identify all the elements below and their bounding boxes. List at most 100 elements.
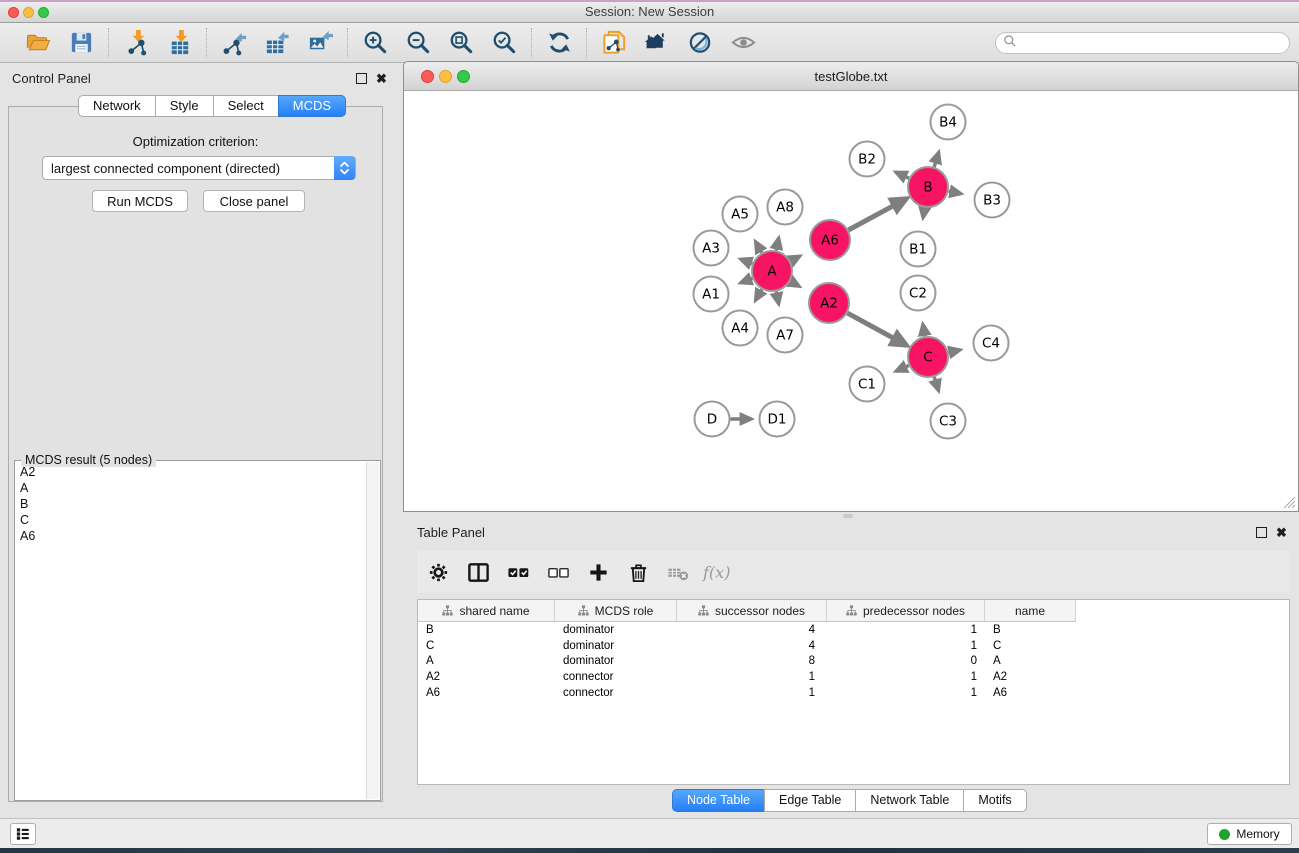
cell-mcds_role: connector: [555, 671, 677, 683]
zoom-fit-icon[interactable]: [448, 29, 475, 56]
deselect-all-icon[interactable]: [547, 561, 570, 584]
cell-mcds_role: dominator: [555, 624, 677, 636]
node-label-A1: A1: [702, 287, 720, 303]
search-field[interactable]: [995, 32, 1290, 54]
edge-A-A8: [776, 238, 779, 251]
edge-A6-B: [848, 198, 906, 230]
edge-B-B1: [923, 208, 925, 218]
tab-style[interactable]: Style: [155, 95, 214, 117]
node-label-D1: D1: [768, 412, 787, 428]
open-session-icon[interactable]: [25, 29, 52, 56]
cell-successor: 4: [677, 640, 827, 652]
run-mcds-button[interactable]: Run MCDS: [92, 190, 188, 212]
control-panel-buttons: ✖: [356, 73, 387, 84]
edge-C-C3: [934, 377, 938, 391]
zoom-selected-icon[interactable]: [491, 29, 518, 56]
mcds-result-list: A2ABCA6: [16, 464, 367, 799]
task-history-button[interactable]: [10, 823, 36, 845]
table-row[interactable]: A2connector11A2: [418, 669, 1289, 685]
copy-network-icon[interactable]: [601, 29, 628, 56]
panel-divider-handle[interactable]: [843, 514, 853, 518]
desktop-background: [0, 848, 1299, 853]
float-table-panel-icon[interactable]: [1256, 527, 1267, 538]
table-row[interactable]: Bdominator41B: [418, 622, 1289, 638]
edge-A2-C: [847, 313, 906, 345]
column-header-predecessor-nodes[interactable]: predecessor nodes: [827, 600, 985, 621]
table-toolbar: f(x): [417, 551, 1290, 593]
network-window-titlebar[interactable]: testGlobe.txt: [404, 62, 1298, 91]
refresh-layout-icon[interactable]: [546, 29, 573, 56]
control-panel-tabs: NetworkStyleSelectMCDS: [78, 95, 346, 117]
memory-label: Memory: [1236, 827, 1279, 841]
control-panel-title: Control Panel: [12, 71, 91, 86]
column-header-successor-nodes[interactable]: successor nodes: [677, 600, 827, 621]
toggle-annotations-icon[interactable]: [687, 29, 714, 56]
edge-A-A2: [790, 281, 799, 286]
home-view-icon[interactable]: [644, 29, 671, 56]
delete-row-icon[interactable]: [627, 561, 650, 584]
cell-predecessor: 0: [827, 655, 985, 667]
node-label-B3: B3: [983, 193, 1001, 209]
mcds-result-item[interactable]: A2: [16, 464, 367, 480]
criterion-dropdown[interactable]: largest connected component (directed): [42, 156, 356, 180]
cell-name: C: [985, 640, 1076, 652]
node-label-A5: A5: [731, 207, 749, 223]
application-window: Session: New Session Control Panel ✖ Net…: [0, 0, 1299, 853]
result-scrollbar[interactable]: [366, 462, 379, 799]
close-panel-icon[interactable]: ✖: [376, 73, 387, 84]
mcds-result-item[interactable]: A6: [16, 528, 367, 544]
export-image-icon[interactable]: [307, 29, 334, 56]
import-table-icon[interactable]: [166, 29, 193, 56]
zoom-out-icon[interactable]: [405, 29, 432, 56]
tab-edge-table[interactable]: Edge Table: [764, 789, 856, 812]
save-session-icon[interactable]: [68, 29, 95, 56]
column-header-MCDS-role[interactable]: MCDS role: [555, 600, 677, 621]
export-network-icon[interactable]: [221, 29, 248, 56]
tab-network[interactable]: Network: [78, 95, 156, 117]
table-row[interactable]: A6connector11A6: [418, 685, 1289, 701]
mcds-result-item[interactable]: C: [16, 512, 367, 528]
memory-button[interactable]: Memory: [1207, 823, 1292, 845]
column-header-name[interactable]: name: [985, 600, 1076, 621]
node-label-D: D: [707, 412, 717, 428]
add-row-icon[interactable]: [587, 561, 610, 584]
import-network-icon[interactable]: [123, 29, 150, 56]
cell-name: A2: [985, 671, 1076, 683]
export-table-icon[interactable]: [264, 29, 291, 56]
select-all-icon[interactable]: [507, 561, 530, 584]
zoom-in-icon[interactable]: [362, 29, 389, 56]
status-bar: Memory: [0, 818, 1299, 849]
window-top-edge: [0, 0, 1299, 2]
edge-A-A6: [791, 256, 800, 261]
resize-grip[interactable]: [1282, 495, 1296, 509]
mcds-result-item[interactable]: A: [16, 480, 367, 496]
close-table-panel-icon[interactable]: ✖: [1276, 527, 1287, 538]
column-header-shared-name[interactable]: shared name: [418, 600, 555, 621]
search-input[interactable]: [1021, 35, 1289, 51]
tab-network-table[interactable]: Network Table: [855, 789, 964, 812]
close-panel-button[interactable]: Close panel: [203, 190, 305, 212]
mcds-result-item[interactable]: B: [16, 496, 367, 512]
network-canvas[interactable]: AA1A2A3A4A5A6A7A8BB1B2B3B4CC1C2C3C4DD1: [404, 90, 1298, 511]
tab-motifs[interactable]: Motifs: [963, 789, 1026, 812]
tab-select[interactable]: Select: [213, 95, 279, 117]
delete-table-icon: [667, 561, 690, 584]
cell-mcds_role: dominator: [555, 640, 677, 652]
session-title: Session: New Session: [0, 4, 1299, 19]
cell-predecessor: 1: [827, 671, 985, 683]
node-label-C3: C3: [939, 414, 957, 430]
table-row[interactable]: Cdominator41C: [418, 638, 1289, 654]
table-row[interactable]: Adominator80A: [418, 653, 1289, 669]
tab-node-table[interactable]: Node Table: [672, 789, 765, 812]
table-settings-icon[interactable]: [427, 561, 450, 584]
toggle-columns-icon[interactable]: [467, 561, 490, 584]
network-title: testGlobe.txt: [404, 69, 1298, 84]
float-panel-icon[interactable]: [356, 73, 367, 84]
node-label-B2: B2: [858, 152, 876, 168]
edge-B-B2: [896, 172, 909, 178]
tab-mcds[interactable]: MCDS: [278, 95, 346, 117]
edge-B-B3: [949, 191, 962, 194]
cell-mcds_role: connector: [555, 687, 677, 699]
cell-predecessor: 1: [827, 687, 985, 699]
edge-A-A5: [755, 241, 761, 252]
